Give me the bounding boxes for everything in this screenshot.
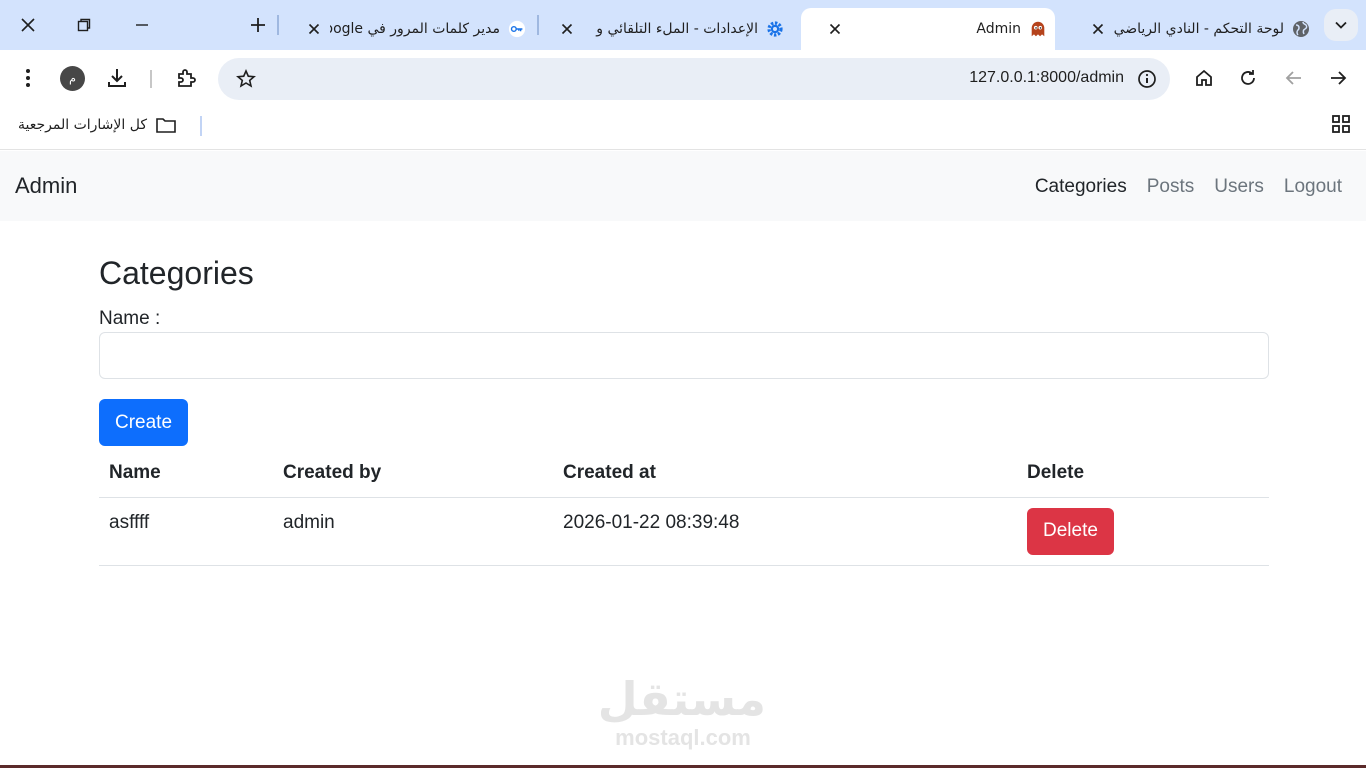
page-title: Categories xyxy=(99,255,254,291)
tab-separator xyxy=(277,15,279,35)
tab-close-button[interactable] xyxy=(557,19,577,39)
back-button[interactable] xyxy=(1278,62,1310,94)
tab-close-button[interactable] xyxy=(1088,19,1108,39)
browser-toolbar: م 127.0.0.1:8000/admin xyxy=(0,50,1366,106)
home-button[interactable] xyxy=(1188,62,1220,94)
column-header-delete: Delete xyxy=(1017,446,1269,498)
reload-icon xyxy=(1241,70,1255,85)
tab-separator xyxy=(537,15,539,35)
new-tab-button[interactable] xyxy=(240,8,276,42)
tab-dashboard[interactable]: لوحة التحكم - النادي الرياضي xyxy=(1064,8,1318,50)
download-icon xyxy=(108,69,126,87)
tab-close-button[interactable] xyxy=(304,19,324,39)
watermark-arabic: مستقل xyxy=(597,672,766,726)
close-icon xyxy=(829,23,841,35)
url-text[interactable]: 127.0.0.1:8000/admin xyxy=(969,69,1124,87)
downloads-button[interactable] xyxy=(101,62,133,94)
tab-title: Admin xyxy=(976,21,1021,37)
tab-title: مدير كلمات المرور في Google xyxy=(330,21,500,37)
cell-created-by: admin xyxy=(273,497,553,566)
create-button[interactable]: Create xyxy=(99,399,188,446)
nav-link-categories[interactable]: Categories xyxy=(1035,176,1127,198)
column-header-name: Name xyxy=(99,446,273,498)
site-info-icon[interactable] xyxy=(1132,64,1162,94)
site-navbar: Admin Categories Posts Users Logout xyxy=(0,151,1366,221)
toolbar-separator xyxy=(150,70,152,88)
apps-grid-button[interactable] xyxy=(1330,113,1352,135)
forward-button[interactable] xyxy=(1322,62,1354,94)
minimize-icon xyxy=(136,24,148,26)
tab-search-button[interactable] xyxy=(1324,9,1358,41)
tab-settings-autofill[interactable]: الإعدادات - الملء التلقائي و xyxy=(546,8,792,50)
extensions-button[interactable] xyxy=(170,62,202,94)
all-bookmarks-label: كل الإشارات المرجعية xyxy=(18,117,147,133)
arrow-left-icon xyxy=(1285,71,1301,85)
tab-title: لوحة التحكم - النادي الرياضي xyxy=(1114,21,1284,37)
all-bookmarks-button[interactable]: كل الإشارات المرجعية xyxy=(18,116,177,134)
folder-icon xyxy=(156,118,176,133)
cell-created-at: 2026-01-22 08:39:48 xyxy=(553,497,1017,566)
address-bar[interactable]: 127.0.0.1:8000/admin xyxy=(218,58,1170,100)
nav-link-users[interactable]: Users xyxy=(1214,176,1264,198)
tab-title: الإعدادات - الملء التلقائي و xyxy=(596,21,758,37)
minimize-window-button[interactable] xyxy=(124,8,160,42)
watermark-latin: mostaql.com xyxy=(615,725,751,750)
bookmarks-bar: كل الإشارات المرجعية xyxy=(0,106,1366,150)
name-label: Name : xyxy=(99,308,161,329)
column-header-created-by: Created by xyxy=(273,446,553,498)
tab-password-manager[interactable]: مدير كلمات المرور في Google xyxy=(288,8,534,50)
watermark-logo: مستقل mostaql.com xyxy=(597,672,766,750)
puzzle-icon xyxy=(178,69,196,87)
home-icon xyxy=(1196,69,1212,86)
tab-close-button[interactable] xyxy=(825,19,845,39)
table-header-row: Name Created by Created at Delete xyxy=(99,446,1269,498)
gear-icon xyxy=(766,20,784,38)
more-vert-icon xyxy=(26,69,30,87)
restore-icon xyxy=(77,18,91,32)
nav-links: Categories Posts Users Logout xyxy=(1035,176,1342,198)
cell-delete: Delete xyxy=(1017,497,1269,566)
tab-strip: مدير كلمات المرور في Google الإعدادات - … xyxy=(0,0,1366,50)
categories-table: Name Created by Created at Delete asffff… xyxy=(99,446,1269,566)
nav-link-logout[interactable]: Logout xyxy=(1284,176,1342,198)
close-icon xyxy=(561,23,573,35)
apps-grid-icon xyxy=(1332,115,1350,133)
plus-icon xyxy=(251,18,265,32)
close-icon xyxy=(308,23,320,35)
bookmark-star-icon[interactable] xyxy=(234,67,258,91)
close-icon xyxy=(21,18,35,32)
globe-icon xyxy=(1292,20,1310,38)
navbar-brand[interactable]: Admin xyxy=(15,173,77,199)
nav-link-posts[interactable]: Posts xyxy=(1147,176,1195,198)
cell-name: asffff xyxy=(99,497,273,566)
category-name-input[interactable] xyxy=(99,332,1269,379)
tab-admin[interactable]: Admin xyxy=(801,8,1055,50)
delete-button[interactable]: Delete xyxy=(1027,507,1114,555)
arrow-right-icon xyxy=(1331,71,1347,85)
bookmark-separator xyxy=(200,116,202,136)
close-icon xyxy=(1092,23,1104,35)
column-header-created-at: Created at xyxy=(553,446,1017,498)
close-window-button[interactable] xyxy=(10,8,46,42)
key-icon xyxy=(508,20,526,38)
reload-button[interactable] xyxy=(1232,62,1264,94)
table-row: asffff admin 2026-01-22 08:39:48 Delete xyxy=(99,497,1269,566)
ghost-icon xyxy=(1029,20,1047,38)
profile-avatar[interactable]: م xyxy=(60,66,85,91)
browser-menu-button[interactable] xyxy=(12,62,44,94)
chevron-down-icon xyxy=(1335,21,1347,29)
restore-window-button[interactable] xyxy=(66,8,102,42)
